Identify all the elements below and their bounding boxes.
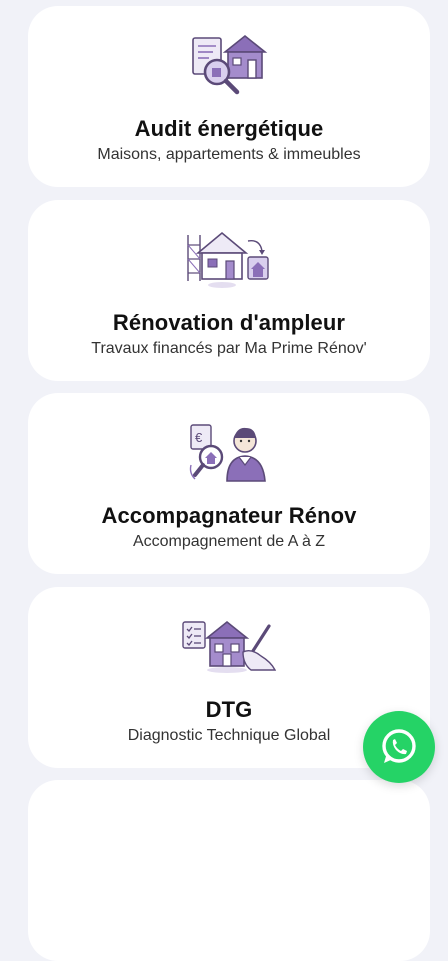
service-subtitle: Accompagnement de A à Z xyxy=(132,533,326,550)
service-subtitle: Diagnostic Technique Global xyxy=(127,727,331,744)
service-card-renovation[interactable]: Rénovation d'ampleur Travaux financés pa… xyxy=(28,200,430,381)
house-renovation-icon xyxy=(186,224,272,294)
service-title: DTG xyxy=(205,697,253,722)
service-card-next[interactable] xyxy=(28,780,430,961)
service-title: Rénovation d'ampleur xyxy=(112,310,346,335)
service-card-audit[interactable]: Audit énergétique Maisons, appartements … xyxy=(28,6,430,187)
house-magnifier-icon xyxy=(189,30,269,100)
diagnostic-icon xyxy=(181,611,277,681)
service-card-accompagnateur[interactable]: € Accompagnateur Rénov Accompagnement de… xyxy=(28,393,430,574)
whatsapp-button[interactable] xyxy=(363,711,435,783)
service-subtitle: Maisons, appartements & immeubles xyxy=(97,146,361,163)
service-title: Audit énergétique xyxy=(134,116,324,141)
svg-text:€: € xyxy=(195,430,203,445)
service-subtitle: Travaux financés par Ma Prime Rénov' xyxy=(91,340,367,357)
advisor-icon: € xyxy=(187,417,271,487)
service-title: Accompagnateur Rénov xyxy=(101,503,357,528)
whatsapp-icon xyxy=(382,729,416,763)
